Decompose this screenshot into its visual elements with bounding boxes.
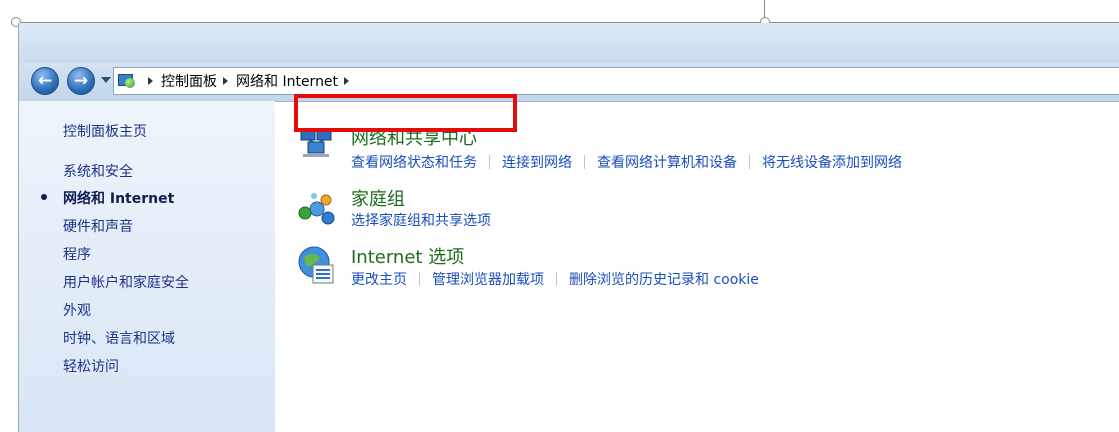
sidebar-control-panel-home[interactable]: 控制面板主页: [63, 121, 147, 141]
link-homegroup-sharing-options[interactable]: 选择家庭组和共享选项: [351, 210, 491, 230]
internet-options-icon[interactable]: [298, 245, 336, 285]
link-manage-add-ons[interactable]: 管理浏览器加载项: [432, 269, 544, 289]
sidebar: 控制面板主页 系统和安全 网络和 Internet 硬件和声音 程序 用户帐户和…: [19, 101, 275, 432]
back-button[interactable]: ←: [31, 67, 59, 95]
breadcrumb-chevron-icon[interactable]: [344, 77, 350, 85]
sidebar-item-system-security[interactable]: 系统和安全: [63, 161, 133, 181]
category-title-homegroup[interactable]: 家庭组: [351, 185, 405, 211]
link-connect-to-network[interactable]: 连接到网络: [502, 152, 572, 172]
sidebar-item-appearance[interactable]: 外观: [63, 300, 91, 320]
forward-button[interactable]: →: [67, 67, 95, 95]
homegroup-icon[interactable]: [298, 191, 336, 227]
sidebar-item-hardware-sound[interactable]: 硬件和声音: [63, 216, 133, 236]
category-title-internet-options[interactable]: Internet 选项: [351, 243, 464, 269]
breadcrumb-chevron-icon[interactable]: [223, 77, 228, 85]
link-change-home-page[interactable]: 更改主页: [351, 269, 407, 289]
link-view-network-status[interactable]: 查看网络状态和任务: [351, 152, 477, 172]
sidebar-item-ease-of-access[interactable]: 轻松访问: [63, 356, 119, 376]
forward-arrow-icon: →: [73, 70, 89, 91]
link-delete-browsing-history[interactable]: 删除浏览的历史记录和 cookie: [569, 269, 759, 289]
breadcrumb-chevron-icon[interactable]: [148, 77, 153, 85]
breadcrumb-control-panel[interactable]: 控制面板: [161, 71, 217, 91]
link-add-wireless-device[interactable]: 将无线设备添加到网络: [762, 152, 902, 172]
link-view-network-computers[interactable]: 查看网络计算机和设备: [597, 152, 737, 172]
back-arrow-icon: ←: [37, 70, 53, 91]
control-panel-icon: [118, 73, 136, 89]
control-panel-window: ← → 控制面板 网络和 Internet 控制面板主页 系统和安全 网络和 I…: [18, 23, 1119, 432]
sidebar-item-network-internet[interactable]: 网络和 Internet: [63, 188, 174, 208]
breadcrumb-network-internet[interactable]: 网络和 Internet: [236, 71, 338, 91]
active-bullet-icon: [41, 194, 47, 200]
category-links-internet-options: 更改主页 管理浏览器加载项 删除浏览的历史记录和 cookie: [351, 269, 759, 289]
red-highlight-box: [294, 94, 517, 132]
navigation-bar: ← → 控制面板 网络和 Internet: [19, 63, 1119, 102]
recent-pages-dropdown-icon[interactable]: [101, 77, 111, 83]
title-bar: [19, 23, 1119, 63]
sidebar-item-user-accounts[interactable]: 用户帐户和家庭安全: [63, 272, 189, 292]
category-links-network: 查看网络状态和任务 连接到网络 查看网络计算机和设备 将无线设备添加到网络: [351, 152, 902, 172]
category-links-homegroup: 选择家庭组和共享选项: [351, 210, 491, 230]
sidebar-item-programs[interactable]: 程序: [63, 244, 91, 264]
address-bar[interactable]: 控制面板 网络和 Internet: [113, 67, 1119, 95]
sidebar-item-clock-language-region[interactable]: 时钟、语言和区域: [63, 328, 175, 348]
